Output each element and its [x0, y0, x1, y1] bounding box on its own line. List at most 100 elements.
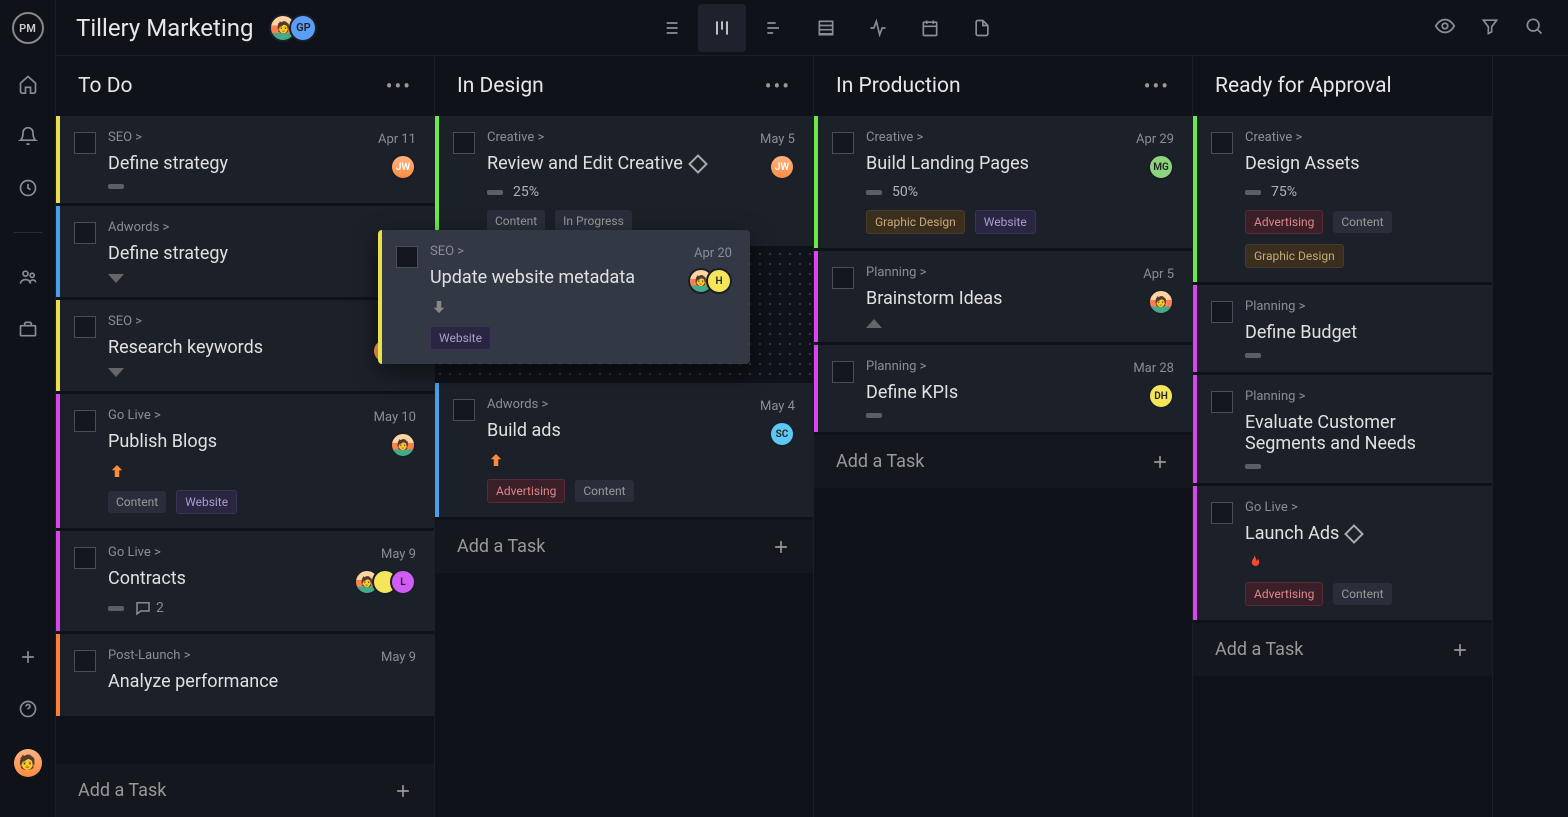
tag[interactable]: Graphic Design [1245, 244, 1344, 268]
task-checkbox[interactable] [1211, 502, 1233, 524]
task-category[interactable]: Creative > [1245, 130, 1474, 145]
task-category[interactable]: SEO > [108, 130, 416, 145]
filter-icon[interactable] [1480, 16, 1500, 40]
task-assignees[interactable]: DH [1148, 383, 1174, 409]
task-checkbox[interactable] [453, 399, 475, 421]
task-category[interactable]: Adwords > [108, 220, 416, 235]
task-checkbox[interactable] [453, 132, 475, 154]
team-icon[interactable] [16, 265, 40, 289]
add-task-button[interactable]: Add a Task [814, 435, 1192, 488]
notifications-icon[interactable] [16, 124, 40, 148]
task-checkbox[interactable] [396, 246, 418, 268]
task-checkbox[interactable] [1211, 391, 1233, 413]
tag[interactable]: Content [108, 491, 166, 513]
task-card[interactable]: Creative >Build Landing PagesApr 29MG50%… [814, 116, 1192, 248]
task-assignees[interactable]: 🧑L [354, 569, 416, 595]
task-category[interactable]: Planning > [1245, 389, 1474, 404]
avatar[interactable]: MG [1148, 154, 1174, 180]
task-checkbox[interactable] [832, 267, 854, 289]
add-task-button[interactable]: Add a Task [56, 764, 434, 817]
column-menu-icon[interactable]: ••• [386, 74, 412, 98]
avatar[interactable]: SC [769, 421, 795, 447]
task-card[interactable]: Planning >Define KPIsMar 28DH [814, 345, 1192, 432]
task-card[interactable]: Planning >Evaluate Customer Segments and… [1193, 375, 1492, 483]
add-icon[interactable] [16, 645, 40, 669]
task-checkbox[interactable] [74, 650, 96, 672]
avatar[interactable]: JW [390, 154, 416, 180]
gantt-view-icon[interactable] [750, 4, 798, 52]
task-assignees[interactable]: SC [769, 421, 795, 447]
task-checkbox[interactable] [1211, 132, 1233, 154]
task-checkbox[interactable] [74, 547, 96, 569]
task-category[interactable]: Creative > [866, 130, 1174, 145]
task-card[interactable]: Planning >Brainstorm IdeasApr 5🧑 [814, 251, 1192, 342]
visibility-icon[interactable] [1434, 15, 1456, 41]
task-category[interactable]: Planning > [866, 265, 1174, 280]
task-assignees[interactable]: 🧑 [390, 432, 416, 458]
tag[interactable]: Advertising [1245, 582, 1323, 606]
avatar[interactable]: 🧑 [390, 432, 416, 458]
task-card[interactable]: Creative >Design Assets75%AdvertisingCon… [1193, 116, 1492, 282]
activity-view-icon[interactable] [854, 4, 902, 52]
task-category[interactable]: Planning > [1245, 299, 1474, 314]
task-category[interactable]: Creative > [487, 130, 795, 145]
tag[interactable]: Content [1333, 211, 1391, 233]
task-card[interactable]: Go Live >ContractsMay 9🧑L2 [56, 531, 434, 631]
list-view-icon[interactable] [646, 4, 694, 52]
task-checkbox[interactable] [74, 132, 96, 154]
task-card[interactable]: Planning >Define Budget [1193, 285, 1492, 372]
files-view-icon[interactable] [958, 4, 1006, 52]
task-card[interactable]: Adwords >Build adsMay 4SCAdvertisingCont… [435, 383, 813, 517]
task-category[interactable]: Adwords > [487, 397, 795, 412]
tag[interactable]: Website [430, 326, 491, 350]
comments-count[interactable]: 2 [134, 599, 164, 617]
tag[interactable]: In Progress [555, 210, 632, 232]
add-task-button[interactable]: Add a Task [435, 520, 813, 573]
sheet-view-icon[interactable] [802, 4, 850, 52]
task-checkbox[interactable] [832, 361, 854, 383]
tag[interactable]: Website [975, 210, 1036, 234]
avatar[interactable]: 🧑 [1148, 289, 1174, 315]
tag[interactable]: Advertising [487, 479, 565, 503]
user-avatar[interactable]: 🧑 [14, 749, 42, 777]
task-assignees[interactable]: 🧑 [1148, 289, 1174, 315]
task-category[interactable]: Post-Launch > [108, 648, 416, 663]
recent-icon[interactable] [16, 176, 40, 200]
task-category[interactable]: SEO > [108, 314, 416, 329]
board-view-icon[interactable] [698, 4, 746, 52]
task-card[interactable]: Go Live >Publish BlogsMay 10🧑ContentWebs… [56, 394, 434, 528]
tag[interactable]: Content [575, 480, 633, 502]
avatar[interactable]: H [706, 268, 732, 294]
column-menu-icon[interactable]: ••• [1144, 74, 1170, 98]
app-logo[interactable]: PM [12, 12, 44, 44]
task-category[interactable]: Go Live > [1245, 500, 1474, 515]
task-card[interactable]: Go Live >Launch AdsAdvertisingContent [1193, 486, 1492, 620]
help-icon[interactable] [16, 697, 40, 721]
tag[interactable]: Website [176, 490, 237, 514]
task-category[interactable]: Planning > [866, 359, 1174, 374]
task-checkbox[interactable] [74, 222, 96, 244]
search-icon[interactable] [1524, 16, 1544, 40]
task-assignees[interactable]: JW [390, 154, 416, 180]
task-checkbox[interactable] [832, 132, 854, 154]
dragging-card[interactable]: SEO > Update website metadata Apr 20 🧑 H… [378, 230, 750, 364]
task-checkbox[interactable] [74, 316, 96, 338]
task-checkbox[interactable] [1211, 301, 1233, 323]
task-category[interactable]: Go Live > [108, 408, 416, 423]
avatar[interactable]: L [390, 569, 416, 595]
tag[interactable]: Content [487, 210, 545, 232]
home-icon[interactable] [16, 72, 40, 96]
tag[interactable]: Graphic Design [866, 210, 965, 234]
task-assignees[interactable]: 🧑 H [688, 268, 732, 294]
column-menu-icon[interactable]: ••• [765, 74, 791, 98]
task-card[interactable]: SEO >Define strategyApr 11JW [56, 116, 434, 203]
task-assignees[interactable]: MG [1148, 154, 1174, 180]
task-checkbox[interactable] [74, 410, 96, 432]
avatar[interactable]: GP [289, 14, 317, 42]
calendar-view-icon[interactable] [906, 4, 954, 52]
add-task-button[interactable]: Add a Task [1193, 623, 1492, 676]
task-category[interactable]: Go Live > [108, 545, 416, 560]
task-card[interactable]: Post-Launch >Analyze performanceMay 9 [56, 634, 434, 716]
task-assignees[interactable]: JW [769, 154, 795, 180]
task-card[interactable]: Creative >Review and Edit CreativeMay 5J… [435, 116, 813, 246]
